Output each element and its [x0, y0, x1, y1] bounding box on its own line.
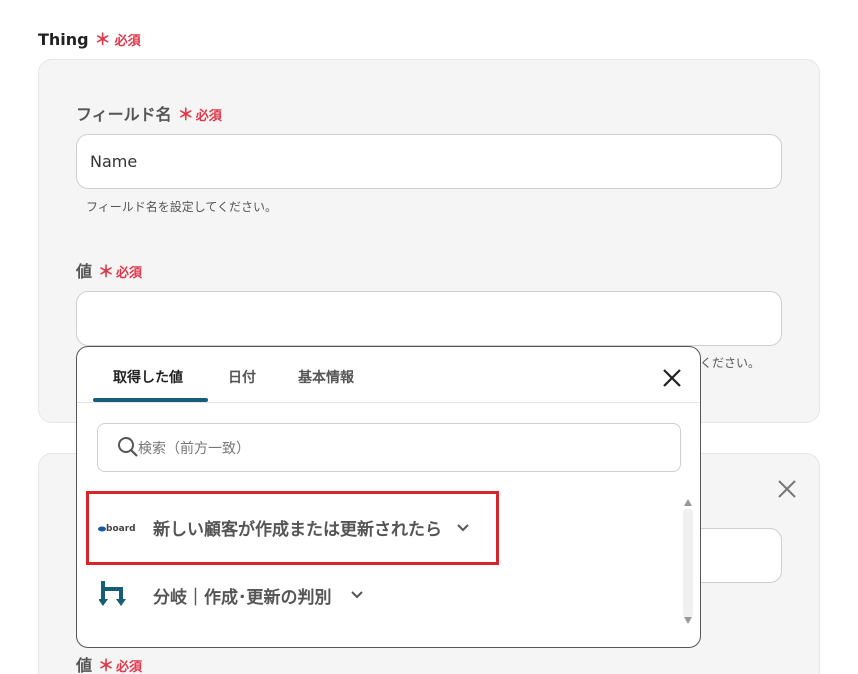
value-input[interactable] [76, 291, 782, 346]
required-text: 必須 [195, 109, 222, 124]
board-logo-icon: board [98, 524, 136, 534]
scroll-down-icon[interactable] [684, 617, 692, 624]
search-icon [118, 437, 138, 457]
thing-label: Thing ＊必須 [38, 26, 141, 50]
bottom-value-label: 値 ＊必須 [76, 652, 142, 674]
required-text: 必須 [114, 34, 141, 49]
branch-icon [99, 581, 126, 606]
popup-close-button[interactable] [661, 367, 683, 389]
thing-label-text: Thing [38, 30, 89, 49]
field-name-hint: フィールド名を設定してください。 [86, 200, 278, 214]
required-text: 必須 [116, 660, 143, 674]
field-name-input[interactable]: Name [76, 134, 782, 189]
active-tab-indicator [93, 398, 208, 402]
search-input[interactable]: 検索（前方一致） [97, 423, 681, 472]
value-picker-popup: 取得した値 日付 基本情報 検索（前方一致） board 新しい顧客が作成または… [76, 346, 701, 648]
field-name-value: Name [90, 152, 138, 171]
tab-date[interactable]: 日付 [228, 367, 256, 387]
list-item-board-trigger[interactable]: board 新しい顧客が作成または更新されたら [97, 515, 470, 540]
popup-tabs: 取得した値 日付 基本情報 [77, 347, 700, 403]
remove-card-button[interactable] [775, 477, 799, 501]
value-label: 値 ＊必須 [76, 258, 142, 282]
list-item-branch[interactable]: 分岐｜作成･更新の判別 [99, 579, 364, 611]
board-logo-text: board [106, 524, 136, 534]
list-item-label: 新しい顧客が作成または更新されたら [153, 520, 442, 540]
tab-acquired-values[interactable]: 取得した値 [113, 367, 183, 387]
list-item-label: 分岐｜作成･更新の判別 [153, 587, 332, 608]
value-label-text: 値 [76, 262, 93, 281]
chevron-down-icon [457, 523, 469, 531]
value-hint: ください。 [700, 356, 761, 370]
required-mark: ＊ [98, 656, 115, 674]
field-name-label-text: フィールド名 [76, 105, 172, 124]
tab-basic-info[interactable]: 基本情報 [298, 367, 354, 387]
field-name-label: フィールド名 ＊必須 [76, 101, 222, 125]
scroll-track[interactable] [683, 509, 693, 617]
second-card-input[interactable] [690, 528, 782, 583]
required-mark: ＊ [94, 30, 111, 49]
required-mark: ＊ [98, 262, 115, 281]
scroll-up-icon[interactable] [684, 499, 692, 506]
required-mark: ＊ [177, 105, 194, 124]
scrollbar[interactable] [681, 497, 695, 627]
close-icon [778, 480, 796, 498]
bottom-value-label-text: 値 [76, 656, 93, 674]
close-icon [663, 369, 681, 387]
required-text: 必須 [116, 266, 143, 281]
chevron-down-icon [350, 591, 363, 599]
